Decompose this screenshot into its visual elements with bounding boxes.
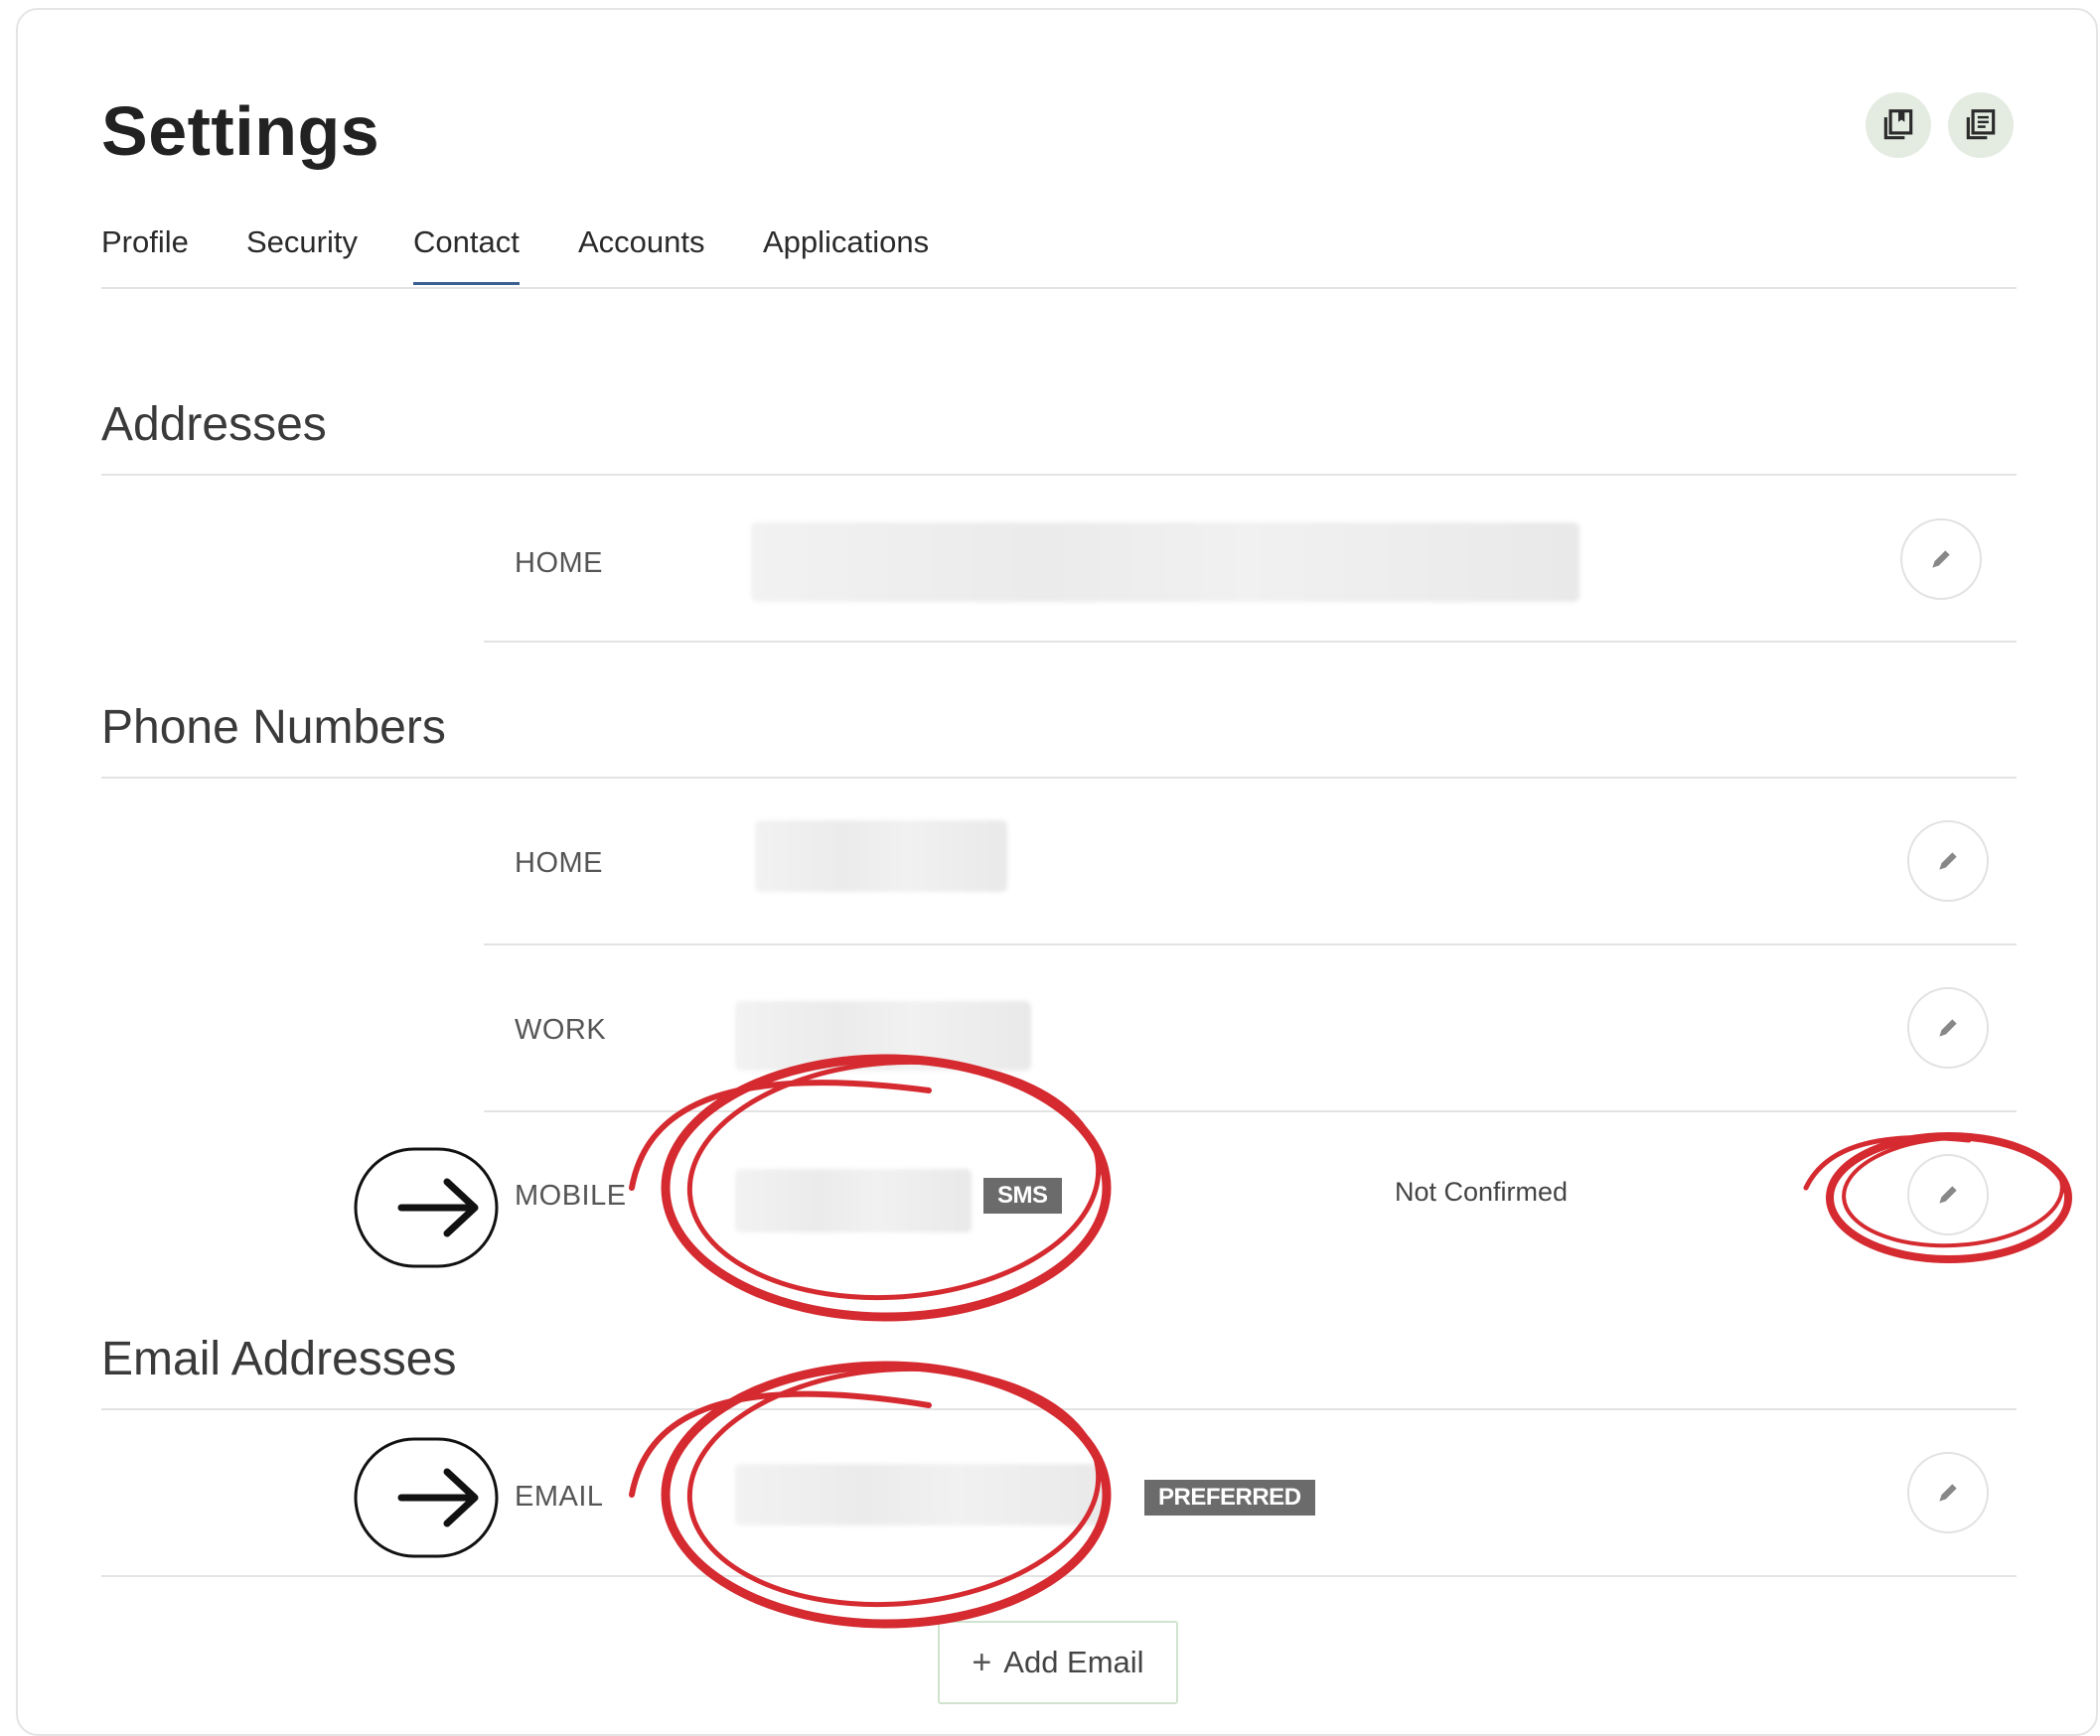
tab-profile[interactable]: Profile: [101, 224, 189, 260]
tabs-divider: [101, 287, 2017, 289]
pencil-icon: [1939, 852, 1957, 870]
section-divider: [101, 1575, 2017, 1577]
email-value-redacted: [735, 1464, 1105, 1525]
sms-badge: SMS: [983, 1178, 1062, 1214]
pencil-icon: [1939, 1484, 1957, 1502]
address-home-label: HOME: [515, 547, 603, 579]
tab-contact[interactable]: Contact: [413, 224, 520, 285]
email-addresses-title: Email Addresses: [101, 1333, 457, 1385]
pencil-icon: [1939, 1019, 1957, 1037]
tab-security[interactable]: Security: [246, 224, 358, 260]
bookmark-pages-button[interactable]: [1866, 92, 1931, 158]
row-divider: [484, 641, 2017, 643]
email-label: EMAIL: [515, 1481, 604, 1513]
preferred-badge: PREFERRED: [1144, 1480, 1315, 1516]
page-title: Settings: [101, 92, 380, 170]
mobile-status: Not Confirmed: [1395, 1177, 1569, 1207]
phone-mobile-value-redacted: [735, 1169, 972, 1232]
addresses-title: Addresses: [101, 398, 327, 451]
add-email-button[interactable]: + Add Email: [938, 1621, 1178, 1704]
document-list-icon: [1966, 109, 1996, 140]
phone-home-value-redacted: [755, 820, 1007, 892]
pencil-icon: [1939, 1186, 1957, 1204]
section-divider: [101, 1408, 2017, 1410]
pencil-icon: [1932, 550, 1950, 568]
row-divider: [484, 1110, 2017, 1112]
plus-icon: +: [972, 1643, 992, 1681]
phone-work-value-redacted: [735, 1001, 1031, 1071]
tab-accounts[interactable]: Accounts: [578, 224, 705, 260]
phone-mobile-label: MOBILE: [515, 1180, 627, 1212]
section-divider: [101, 474, 2017, 476]
edit-phone-work-button[interactable]: [1907, 987, 1989, 1069]
phone-work-label: WORK: [515, 1014, 607, 1046]
phone-numbers-title: Phone Numbers: [101, 701, 446, 754]
phone-home-label: HOME: [515, 847, 603, 879]
edit-address-home-button[interactable]: [1900, 518, 1982, 600]
tab-applications[interactable]: Applications: [763, 224, 929, 260]
address-home-value-redacted: [751, 522, 1579, 602]
edit-phone-mobile-button[interactable]: [1907, 1154, 1989, 1235]
bookmark-pages-icon: [1883, 109, 1913, 140]
row-divider: [484, 943, 2017, 945]
document-list-button[interactable]: [1948, 92, 2014, 158]
add-email-label: Add Email: [1003, 1645, 1144, 1679]
edit-email-button[interactable]: [1907, 1452, 1989, 1533]
section-divider: [101, 777, 2017, 779]
edit-phone-home-button[interactable]: [1907, 820, 1989, 902]
